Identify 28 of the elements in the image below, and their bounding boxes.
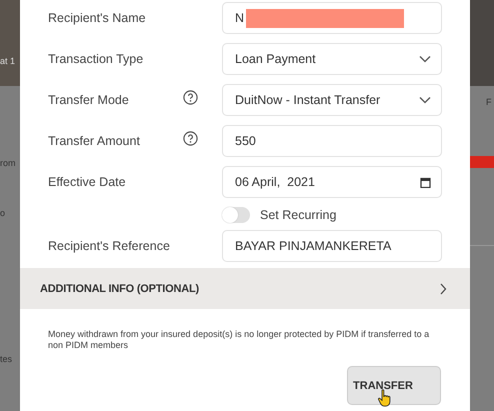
input-field[interactable]: N xyxy=(222,2,442,34)
calendar-icon[interactable] xyxy=(420,176,431,188)
disclaimer-text: Money withdrawn from your insured deposit(s) is no longer protected by PIDM if transferred to a non PIDM members xyxy=(48,329,430,351)
additional-info-row[interactable]: ADDITIONAL INFO (OPTIONAL) xyxy=(20,268,470,309)
recurring-toggle[interactable]: Set Recurring xyxy=(222,206,441,222)
field-label: Transfer Amount xyxy=(48,134,141,148)
transfer-button[interactable]: TRANSFER xyxy=(347,366,441,405)
select-field[interactable]: DuitNow - Instant Transfer xyxy=(222,84,442,116)
field-label: Recipient's Name xyxy=(48,11,147,25)
help-icon[interactable] xyxy=(183,90,198,105)
background-text: rom xyxy=(0,158,16,168)
background-text: at 1 xyxy=(0,56,16,66)
select-field[interactable]: Loan Payment xyxy=(222,43,442,75)
background-text: tes xyxy=(0,354,12,364)
field-label: Transaction Type xyxy=(48,52,144,66)
background-text: F xyxy=(486,97,492,107)
input-field[interactable]: BAYAR PINJAMANKERETA xyxy=(222,230,442,262)
pointer-cursor-icon xyxy=(378,389,392,407)
date-field[interactable]: 06 April, 2021 xyxy=(222,166,442,198)
chevron-down-icon xyxy=(419,96,431,104)
alert-bar xyxy=(470,156,494,168)
background-text: o xyxy=(0,208,6,218)
input-field[interactable]: 550 xyxy=(222,125,442,157)
chevron-down-icon xyxy=(419,55,431,63)
field-label: Transfer Mode xyxy=(48,93,130,107)
field-label: Recipient's Reference xyxy=(48,239,171,253)
field-label: Effective Date xyxy=(48,175,127,189)
help-icon[interactable] xyxy=(183,131,198,146)
